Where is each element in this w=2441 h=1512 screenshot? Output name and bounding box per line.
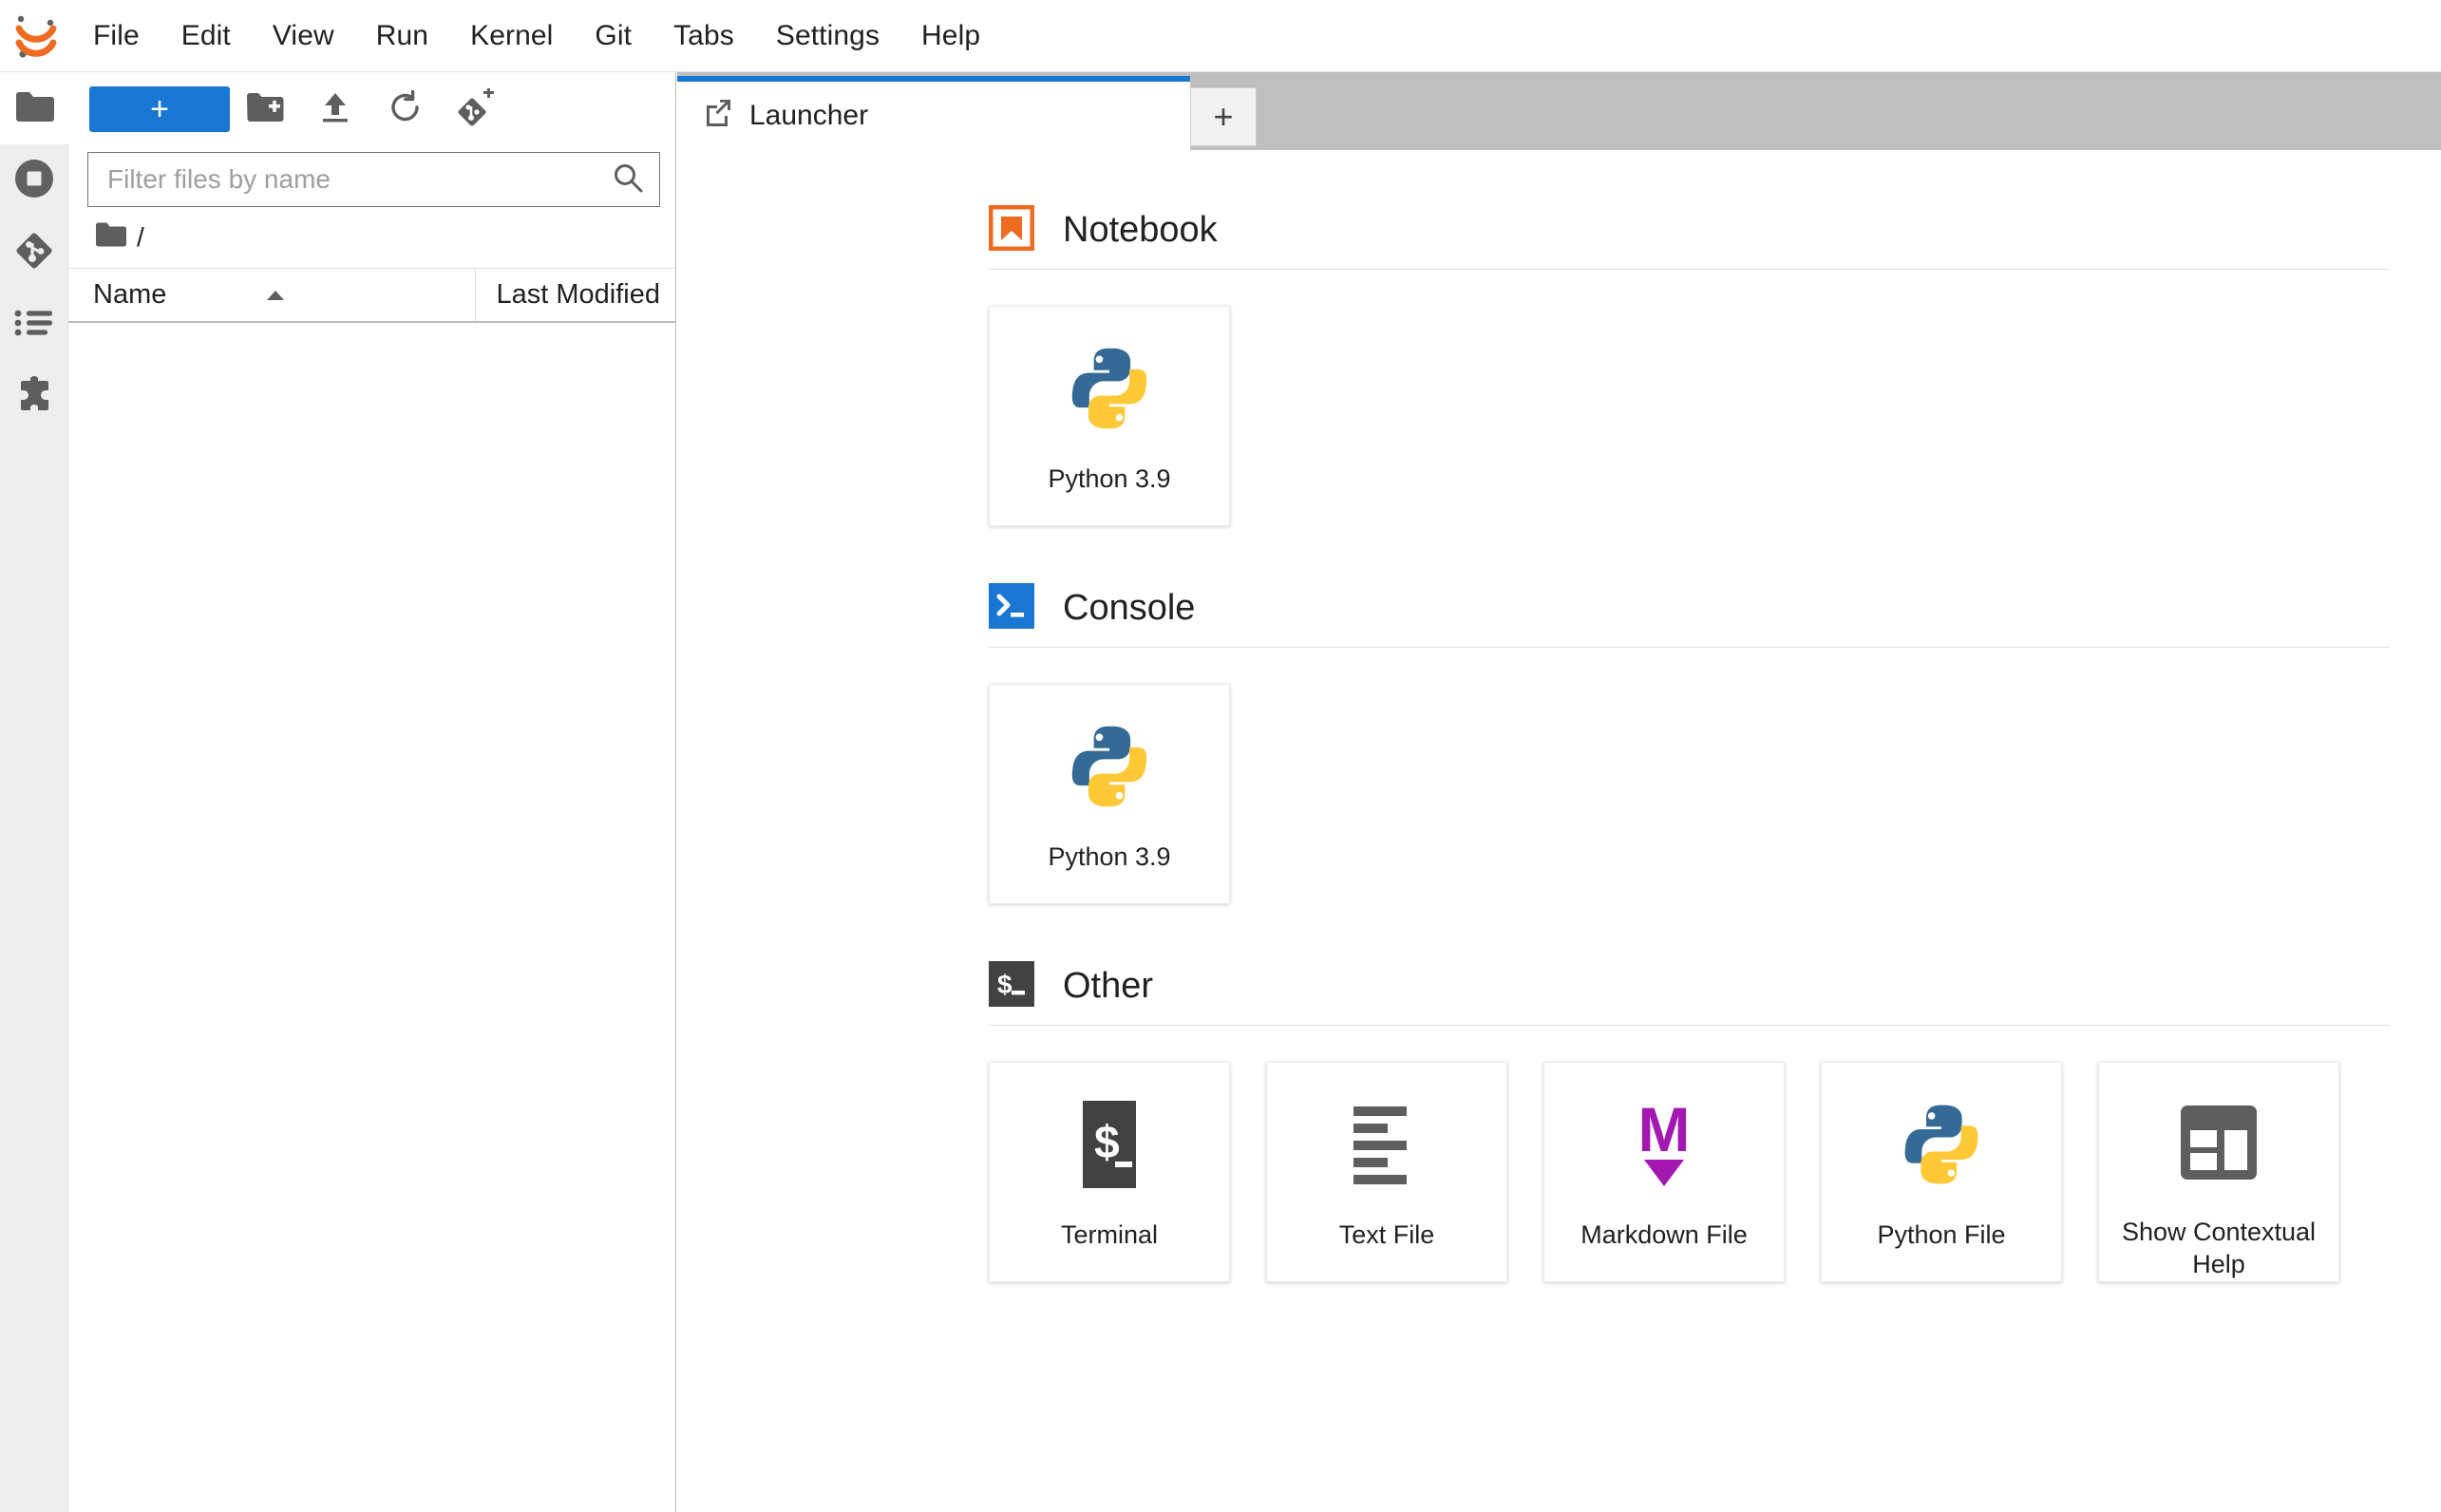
section-title-console: Console [1063, 588, 1196, 628]
column-header-name-label: Name [93, 279, 167, 310]
python-logo-icon [1064, 339, 1155, 438]
svg-text:$: $ [1094, 1118, 1120, 1168]
new-tab-button[interactable]: + [1190, 87, 1257, 146]
column-header-last-modified[interactable]: Last Modified [476, 269, 675, 321]
breadcrumb-path: / [137, 222, 144, 252]
launcher-card-text-file[interactable]: Text File [1266, 1062, 1507, 1282]
launcher-section-console: Console Python 3.9 [989, 583, 2390, 955]
card-row-other: $ Terminal Text File M Markdown File Pyt… [989, 1026, 2390, 1333]
launcher-section-other: $ Other $ Terminal Text File M Markdown … [989, 961, 2390, 1333]
file-browser-panel: + Filter files by name / Name Last Modif… [68, 72, 676, 1512]
search-icon[interactable] [612, 161, 644, 198]
menu-item-help[interactable]: Help [900, 0, 1001, 71]
folder-icon [95, 221, 127, 255]
main-area: Launcher + Notebook Python 3.9 Console P… [677, 72, 2441, 1512]
file-filter-box [87, 152, 660, 207]
notebook-bookmark-icon [988, 204, 1035, 255]
section-title-notebook: Notebook [1063, 210, 1218, 250]
sidebar-item-running-sessions[interactable] [0, 144, 68, 217]
card-row-console: Python 3.9 [989, 648, 2390, 955]
launcher-card-markdown-file[interactable]: M Markdown File [1543, 1062, 1785, 1282]
launcher-card-terminal[interactable]: $ Terminal [989, 1062, 1230, 1282]
tab-launcher-label: Launcher [749, 100, 869, 131]
launcher-card-show-contextual-help[interactable]: Show Contextual Help [2098, 1062, 2339, 1282]
new-launcher-button[interactable]: + [89, 86, 230, 132]
puzzle-piece-icon [13, 374, 55, 421]
launcher-card-label: Terminal [1060, 1220, 1159, 1249]
sidebar-item-extension-manager[interactable] [0, 361, 68, 433]
menu-item-run[interactable]: Run [355, 0, 449, 71]
sidebar-item-file-browser[interactable] [0, 72, 68, 144]
section-header-other: $ Other [989, 961, 2390, 1025]
section-header-notebook: Notebook [988, 204, 2390, 269]
sidebar-item-table-of-contents[interactable] [0, 289, 68, 361]
menu-item-settings[interactable]: Settings [755, 0, 900, 71]
launcher-card-label: Python 3.9 [1048, 842, 1171, 871]
menu-item-git[interactable]: Git [574, 0, 653, 71]
file-list[interactable] [68, 323, 675, 1512]
markdown-m-icon: M [1623, 1095, 1705, 1194]
launcher-card-label: Show Contextual Help [2121, 1217, 2317, 1279]
terminal-dollar-icon: $ [1071, 1095, 1147, 1194]
python-logo-icon [1064, 717, 1155, 816]
column-header-last-modified-label: Last Modified [496, 279, 661, 310]
external-link-icon [704, 98, 732, 134]
launcher-card-python-file[interactable]: Python File [1821, 1062, 2062, 1282]
left-sidebar-rail [0, 72, 68, 1512]
sidebar-item-git[interactable] [0, 217, 68, 289]
git-icon [13, 230, 55, 276]
refresh-button[interactable] [370, 83, 441, 136]
menu-items: File Edit View Run Kernel Git Tabs Setti… [72, 0, 1001, 71]
launcher-card-label: Python File [1877, 1220, 2006, 1249]
search-input[interactable] [107, 164, 612, 195]
menu-bar: File Edit View Run Kernel Git Tabs Setti… [0, 0, 2441, 72]
git-clone-icon [457, 86, 495, 131]
launcher-panel: Notebook Python 3.9 Console Python 3.9 $… [677, 150, 2441, 1512]
menu-item-file[interactable]: File [72, 0, 161, 71]
refresh-icon [388, 89, 424, 130]
column-header-name[interactable]: Name [68, 269, 476, 321]
tab-bar: Launcher + [677, 72, 2441, 150]
menu-item-view[interactable]: View [252, 0, 355, 71]
svg-text:M: M [1638, 1099, 1691, 1164]
file-list-header: Name Last Modified [68, 268, 675, 323]
jupyter-logo-icon [0, 0, 72, 72]
new-folder-button[interactable] [230, 83, 300, 136]
terminal-dollar-icon: $ [989, 961, 1034, 1011]
file-filter-wrapper [68, 146, 675, 207]
section-title-other: Other [1063, 966, 1154, 1006]
menu-item-tabs[interactable]: Tabs [653, 0, 755, 71]
contextual-help-icon [2173, 1095, 2264, 1191]
folder-icon [14, 90, 54, 127]
list-icon [14, 309, 54, 342]
launcher-card-notebook-python39[interactable]: Python 3.9 [989, 306, 1230, 526]
card-row-notebook: Python 3.9 [989, 270, 2390, 577]
breadcrumb[interactable]: / [68, 207, 675, 268]
python-logo-icon [1897, 1095, 1986, 1194]
console-prompt-icon [989, 583, 1034, 633]
menu-item-kernel[interactable]: Kernel [449, 0, 574, 71]
launcher-card-label: Markdown File [1580, 1220, 1748, 1249]
file-browser-toolbar: + [68, 72, 675, 146]
launcher-card-label: Python 3.9 [1048, 464, 1171, 493]
svg-text:$: $ [997, 970, 1012, 999]
launcher-section-notebook: Notebook Python 3.9 [988, 204, 2390, 577]
stop-circle-icon [14, 159, 54, 203]
tab-launcher[interactable]: Launcher [677, 76, 1190, 150]
section-header-console: Console [989, 583, 2390, 647]
upload-icon [318, 90, 352, 129]
new-folder-icon [246, 92, 284, 127]
launcher-card-label: Text File [1338, 1220, 1435, 1249]
sort-ascending-icon [263, 279, 288, 311]
menu-item-edit[interactable]: Edit [161, 0, 252, 71]
upload-files-button[interactable] [300, 83, 370, 136]
launcher-card-console-python39[interactable]: Python 3.9 [989, 684, 1230, 904]
text-lines-icon [1344, 1095, 1429, 1194]
git-clone-button[interactable] [441, 83, 511, 136]
